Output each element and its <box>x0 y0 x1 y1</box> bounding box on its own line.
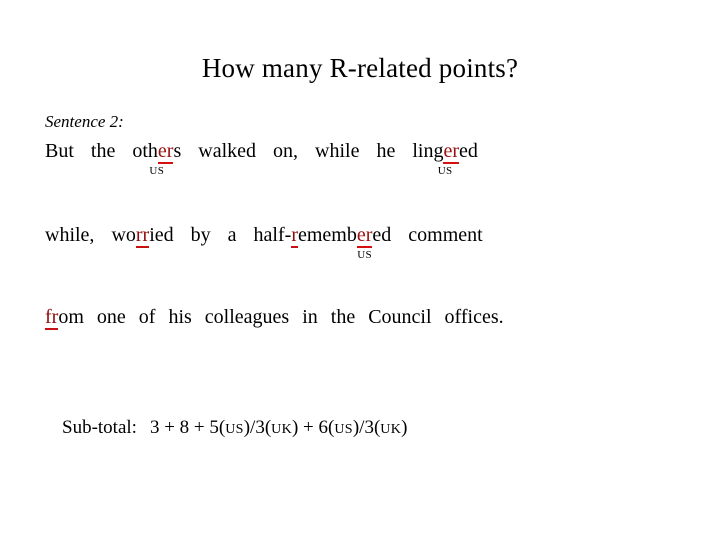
word-his: his <box>168 306 192 328</box>
marked-letter-r: r <box>291 224 298 248</box>
subtotal-expr-c: ) + 6( <box>291 417 335 438</box>
annotation-us: US <box>357 249 373 261</box>
slide-body: Sentence 2: But the others US walked on, while… <box>45 112 675 330</box>
word-walked: walked <box>198 140 257 162</box>
subtotal-us-1: us <box>225 422 244 437</box>
word-while: while, <box>45 224 95 246</box>
word-from: from <box>45 304 84 330</box>
word-others-suffix: s <box>173 140 182 162</box>
word-on: on, <box>273 140 299 162</box>
subtotal-line: Sub-total: 3 + 8 + 5(us)/3(uk) + 6(us)/3(… <box>62 416 407 442</box>
word-half-remembered: half-remember US ed <box>253 222 392 261</box>
word-the: the <box>90 140 116 162</box>
subtotal-uk-1: uk <box>271 422 292 437</box>
sentence-line-2: while, worried by a half-remember US ed comment <box>45 222 675 261</box>
word-council: Council <box>368 306 432 328</box>
marked-group-er: er US <box>356 222 373 261</box>
annotation-us: US <box>437 165 453 177</box>
sentence-label: Sentence 2: <box>45 112 124 131</box>
subtotal-label: Sub-total: <box>62 417 137 438</box>
word-remembered-middle: ememb <box>297 224 357 246</box>
word-comment: comment <box>408 224 483 246</box>
slide-canvas: How many R-related points? Sentence 2: B… <box>0 0 720 540</box>
annotation-us: US <box>149 165 165 177</box>
word-remembered-suffix: ed <box>372 224 392 246</box>
subtotal-expr-d: )/3( <box>352 417 381 438</box>
word-lingered: lingered US <box>412 138 478 177</box>
word-worried-prefix: wo <box>111 224 136 246</box>
word-a: a <box>227 224 237 246</box>
word-others: others US <box>132 138 182 177</box>
word-of: of <box>138 306 156 328</box>
word-in: in <box>302 306 318 328</box>
sentence-line-1: But the others US walked on, while he lingered US <box>45 138 675 177</box>
word-worried: worried <box>111 222 174 248</box>
word-lingered-suffix: ed <box>459 140 478 162</box>
word-from-suffix: om <box>58 306 84 328</box>
word-while: while <box>315 140 360 162</box>
page-title: How many R-related points? <box>201 53 519 83</box>
word-he: he <box>376 140 396 162</box>
word-colleagues: colleagues <box>204 306 290 328</box>
word-by: by <box>190 224 211 246</box>
marked-letters-rr: rr <box>135 224 150 248</box>
subtotal-expr-e: ) <box>401 417 408 438</box>
marked-letters-fr: fr <box>45 306 59 330</box>
word-offices: offices. <box>444 306 504 328</box>
word-worried-suffix: ied <box>149 224 174 246</box>
word-the: the <box>330 306 356 328</box>
sentence-line-3: from one of his colleagues in the Council office… <box>45 304 675 330</box>
word-half-prefix: half- <box>253 224 292 246</box>
subtotal-expr-b: )/3( <box>243 417 272 438</box>
subtotal-us-2: us <box>334 422 353 437</box>
subtotal-expr-a: 3 + 8 + 5( <box>149 417 226 438</box>
subtotal-uk-2: uk <box>380 422 402 437</box>
word-but: But <box>45 140 74 162</box>
word-one: one <box>96 306 126 328</box>
